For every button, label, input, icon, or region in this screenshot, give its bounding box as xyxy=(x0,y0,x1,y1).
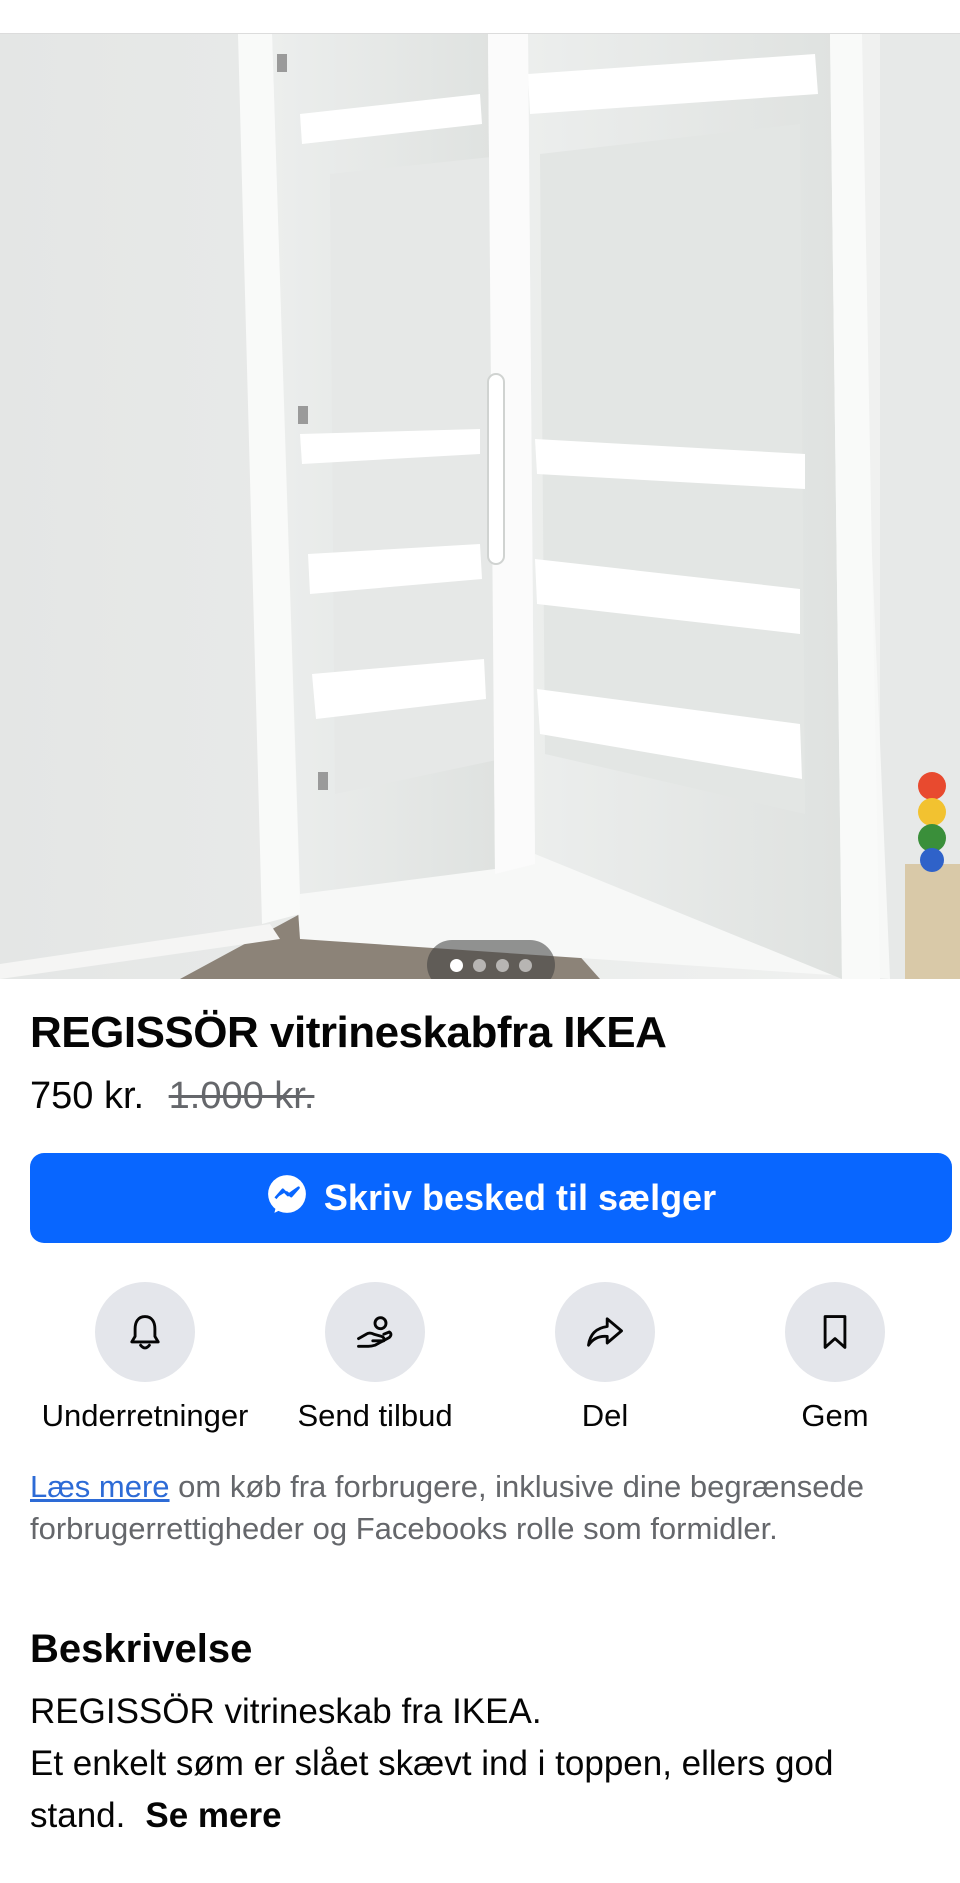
consumer-rights-notice: Læs mere om køb fra forbrugere, inklusiv… xyxy=(30,1466,950,1550)
save-circle xyxy=(785,1282,885,1382)
notifications-button[interactable]: Underretninger xyxy=(35,1282,255,1434)
photo-dot-2[interactable] xyxy=(473,958,486,972)
bell-icon xyxy=(130,1315,160,1350)
description-heading: Beskrivelse xyxy=(30,1627,253,1671)
description-line-1: REGISSÖR vitrineskab fra IKEA. xyxy=(30,1692,542,1731)
listing-price: 750 kr. xyxy=(30,1075,145,1117)
status-bar-area xyxy=(0,0,960,34)
share-circle xyxy=(555,1282,655,1382)
original-price: 1.000 kr. xyxy=(168,1075,315,1117)
read-more-link[interactable]: Læs mere xyxy=(30,1469,170,1504)
photo-dot-3[interactable] xyxy=(496,958,509,972)
share-label: Del xyxy=(581,1398,629,1433)
notifications-label: Underretninger xyxy=(41,1398,249,1433)
offer-hand-icon xyxy=(357,1316,393,1348)
photo-dot-4[interactable] xyxy=(519,958,532,972)
action-row: Underretninger Send tilbud Del Gem xyxy=(0,1282,960,1434)
listing-title: REGISSÖR vitrineskabfra IKEA xyxy=(30,1008,667,1057)
price-row: 750 kr. 1.000 kr. xyxy=(30,1075,314,1118)
save-button[interactable]: Gem xyxy=(725,1282,945,1434)
send-offer-label: Send tilbud xyxy=(297,1398,453,1433)
message-seller-button[interactable]: Skriv besked til sælger xyxy=(30,1153,952,1243)
share-button[interactable]: Del xyxy=(495,1282,715,1434)
message-seller-label: Skriv besked til sælger xyxy=(323,1177,717,1218)
photo-dot-1[interactable] xyxy=(450,958,463,972)
send-offer-circle xyxy=(325,1282,425,1382)
share-arrow-icon xyxy=(587,1317,623,1347)
see-more-link[interactable]: Se mere xyxy=(145,1796,281,1835)
description-line-2: Et enkelt søm er slået skævt ind i toppe… xyxy=(30,1738,950,1842)
cabinet-photo-illustration xyxy=(0,34,960,979)
bookmark-icon xyxy=(823,1315,847,1349)
messenger-icon xyxy=(266,1173,308,1224)
description-body: REGISSÖR vitrineskab fra IKEA. Et enkelt… xyxy=(30,1686,950,1842)
save-label: Gem xyxy=(801,1398,869,1433)
send-offer-button[interactable]: Send tilbud xyxy=(265,1282,485,1434)
notifications-circle xyxy=(95,1282,195,1382)
listing-photo[interactable] xyxy=(0,34,960,979)
photo-pagination[interactable] xyxy=(427,940,555,979)
